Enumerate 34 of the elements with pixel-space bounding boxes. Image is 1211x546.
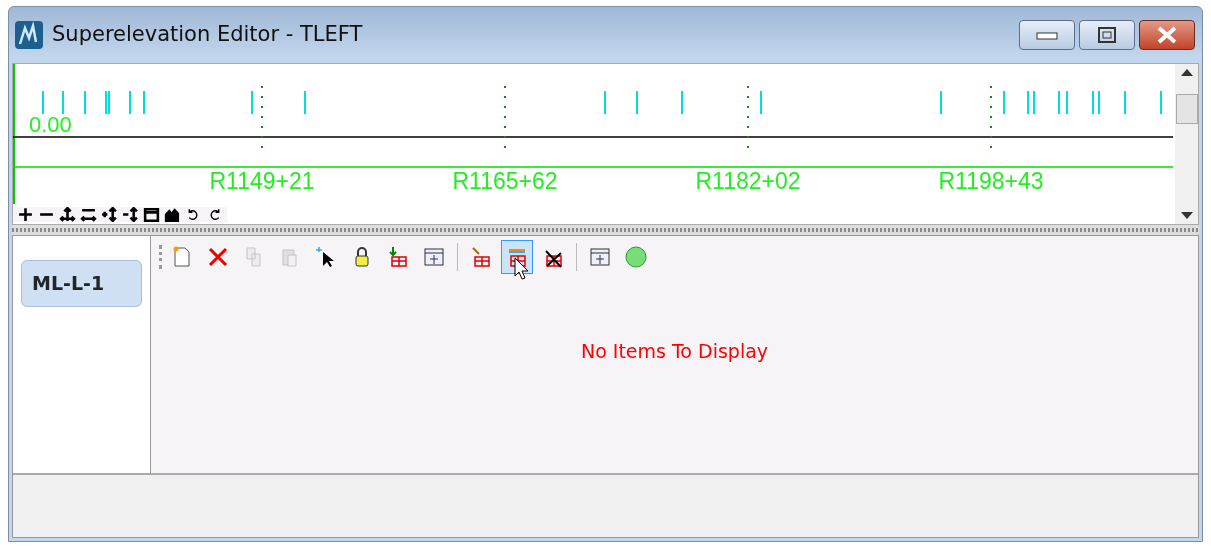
- fit-view-icon: [588, 245, 612, 269]
- zoom-in-icon[interactable]: [17, 207, 34, 222]
- mouse-cursor-icon: [514, 257, 530, 281]
- compress-icon[interactable]: [122, 207, 139, 222]
- station-label: R1182+02: [695, 168, 801, 194]
- station-label: R1149+21: [209, 168, 315, 194]
- toolbar-grip[interactable]: [159, 245, 162, 269]
- close-icon: [1156, 26, 1178, 44]
- maximize-button[interactable]: [1079, 20, 1135, 50]
- maximize-icon: [1098, 27, 1116, 43]
- empty-message: No Items To Display: [580, 339, 769, 365]
- station-label: R1165+62: [452, 168, 558, 194]
- scroll-down-icon[interactable]: [1180, 212, 1193, 220]
- app-logo-icon: [14, 20, 44, 50]
- expand-icon[interactable]: [59, 207, 76, 222]
- chart-icon[interactable]: [164, 207, 181, 222]
- tab[interactable]: ML-L-1: [21, 260, 142, 307]
- minimize-icon: [1036, 30, 1058, 40]
- shrink-icon[interactable]: [80, 207, 97, 222]
- station-label: R1198+43: [938, 168, 1044, 194]
- insert-grid-icon: [386, 245, 410, 269]
- status-circle-icon: [624, 245, 648, 269]
- window-title: Superelevation Editor - TLEFT: [52, 21, 363, 49]
- vertical-scrollbar[interactable]: [1175, 64, 1198, 224]
- minimize-button[interactable]: [1019, 20, 1075, 50]
- edit-grid-icon: [469, 245, 493, 269]
- window-icon[interactable]: [143, 207, 160, 222]
- scroll-up-icon[interactable]: [1180, 68, 1193, 76]
- fit-view-icon: [422, 245, 446, 269]
- delete-icon: [206, 245, 230, 269]
- value-label: 0.00: [29, 112, 72, 137]
- scroll-thumb[interactable]: [1175, 94, 1198, 124]
- stretch-icon[interactable]: [101, 207, 118, 222]
- close-button[interactable]: [1139, 20, 1195, 50]
